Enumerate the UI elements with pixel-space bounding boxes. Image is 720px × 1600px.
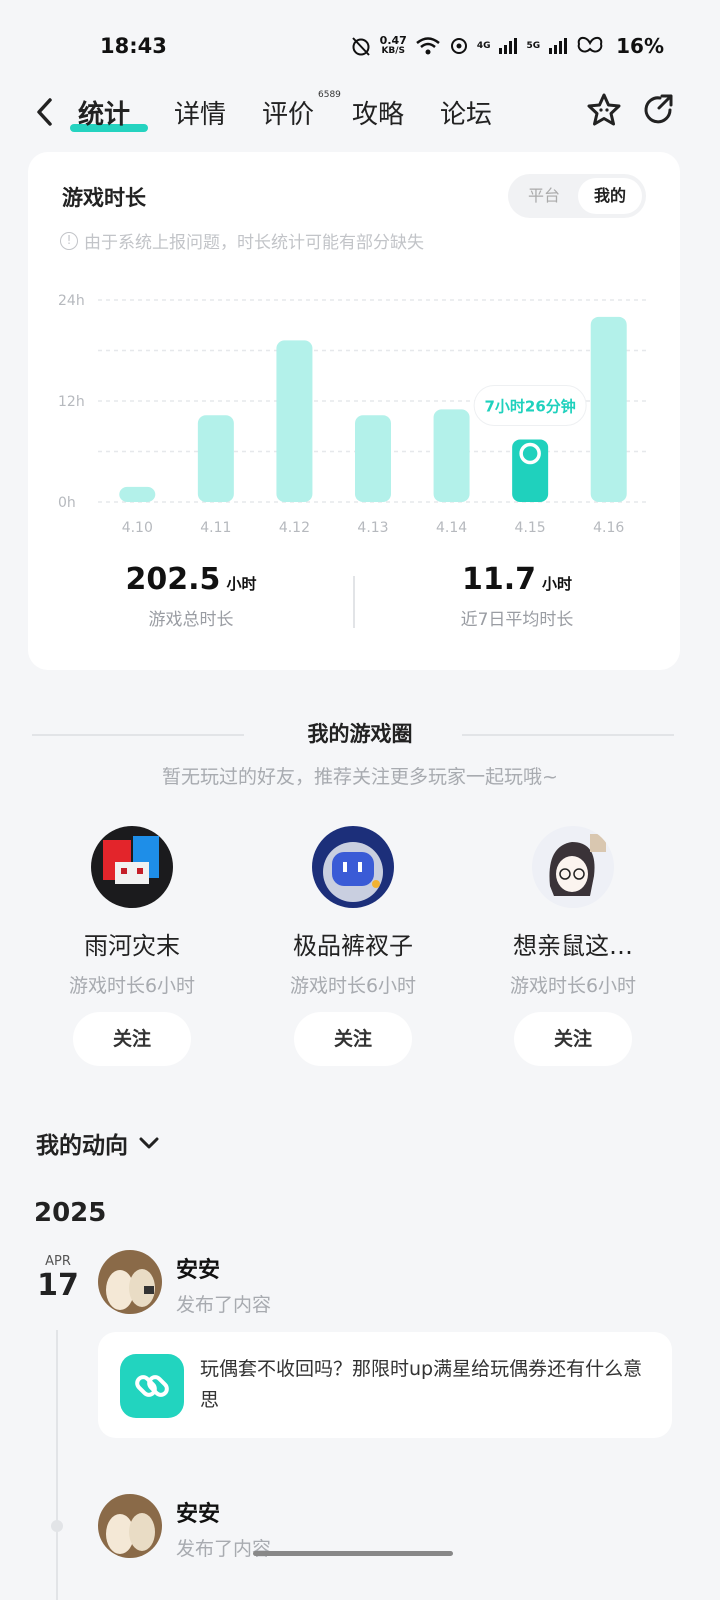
y-tick-label: 0h [58, 495, 76, 511]
stat-average-unit: 小时 [542, 575, 573, 593]
avatar[interactable] [532, 826, 614, 908]
avatar[interactable] [312, 826, 394, 908]
tab-reviews[interactable]: 评价 [262, 94, 314, 131]
review-count-badge: 6589 [318, 90, 341, 100]
divider-right [462, 734, 674, 736]
follow-button[interactable]: 关注 [514, 1012, 632, 1066]
game-circle-title: 我的游戏圈 [307, 722, 413, 746]
post-action: 发布了内容 [176, 1294, 272, 1316]
toggle-mine[interactable]: 我的 [578, 178, 642, 214]
source-toggle: 平台 我的 [508, 174, 646, 218]
avatar[interactable] [91, 826, 173, 908]
stat-total: 202.5 小时 游戏总时长 [28, 562, 354, 630]
friend-playtime: 游戏时长6小时 [509, 975, 637, 997]
stat-average-value: 11.7 [461, 562, 536, 597]
friend-playtime: 游戏时长6小时 [68, 975, 196, 997]
alarm-off-icon [351, 37, 370, 56]
card-title: 游戏时长 [62, 186, 146, 210]
playtime-bar-chart: 0h 12h 24h 4.10 4.11 4.12 4.13 4.14 4.15 7小时26分钟 4… [58, 293, 648, 536]
x-tick-label: 4.12 [279, 520, 310, 536]
stat-total-label: 游戏总时长 [148, 610, 234, 630]
game-circle-subtitle: 暂无玩过的好友，推荐关注更多玩家一起玩哦~ [162, 766, 558, 788]
wifi-icon [416, 37, 440, 55]
toggle-platform[interactable]: 平台 [512, 178, 576, 214]
stat-total-unit: 小时 [226, 575, 257, 593]
activity-year: 2025 [34, 1198, 107, 1228]
playtime-card: 游戏时长 平台 我的 ! 由于系统上报问题，时长统计可能有部分缺失 0h 12h 2… [28, 152, 680, 670]
x-tick-label: 4.15 [515, 520, 546, 536]
activity-header-label: 我的动向 [36, 1133, 128, 1159]
post-card[interactable]: 玩偶套不收回吗？那限时up满星给玩偶券还有什么意思 [98, 1332, 672, 1438]
tab-guides[interactable]: 攻略 [352, 94, 404, 131]
friend-name: 极品裤衩子 [293, 932, 413, 960]
status-time: 18:43 [100, 34, 167, 58]
x-tick-label: 4.13 [357, 520, 388, 536]
avatar[interactable] [98, 1250, 162, 1314]
friend-card: 想亲鼠这… 游戏时长6小时 关注 [463, 826, 683, 1066]
friend-name: 雨河灾末 [84, 932, 180, 960]
home-indicator[interactable] [253, 1551, 453, 1556]
x-tick-label: 4.11 [200, 520, 231, 536]
tab-details[interactable]: 详情 [174, 94, 226, 131]
post-user-name: 安安 [176, 1502, 221, 1527]
data-notice: ! 由于系统上报问题，时长统计可能有部分缺失 [60, 228, 424, 253]
notice-text: 由于系统上报问题，时长统计可能有部分缺失 [84, 233, 424, 253]
back-arrow-icon[interactable] [30, 94, 60, 130]
x-tick-label: 4.16 [593, 520, 624, 536]
tab-stats[interactable]: 统计 [78, 94, 130, 131]
star-icon[interactable] [586, 92, 622, 128]
chart-bar[interactable] [590, 316, 627, 502]
status-icons: 0.47 KB/S 4G 5G 16% [350, 34, 664, 58]
friend-card: 雨河灾末 游戏时长6小时 关注 [22, 826, 242, 1066]
net-speed: 0.47 KB/S [379, 34, 407, 56]
y-tick-label: 12h [58, 394, 85, 410]
sim2-label: 5G [526, 41, 541, 51]
activity-date: APR 17 [30, 1254, 86, 1303]
chevron-down-icon [139, 1137, 159, 1149]
date-month: APR [45, 1254, 71, 1269]
stat-average-label: 近7日平均时长 [460, 610, 574, 630]
battery-butterfly-icon [577, 36, 603, 53]
top-nav: 统计 详情 评价 6589 攻略 论坛 [0, 86, 720, 142]
post-content: 玩偶套不收回吗？那限时up满星给玩偶券还有什么意思 [200, 1358, 643, 1411]
y-tick-label: 24h [58, 293, 85, 309]
timeline-line [56, 1330, 58, 1600]
x-tick-label: 4.10 [122, 520, 153, 536]
chart-bar[interactable] [355, 415, 391, 502]
battery-percent: 16% [616, 34, 664, 58]
chart-bar[interactable] [433, 409, 470, 502]
timeline-dot [51, 1520, 63, 1532]
tab-forum[interactable]: 论坛 [440, 94, 492, 131]
hotspot-icon [450, 38, 467, 54]
chart-bar[interactable] [512, 439, 549, 502]
signal-icon-2 [549, 38, 568, 54]
friend-name: 想亲鼠这… [513, 932, 633, 960]
avatar[interactable] [98, 1494, 162, 1558]
friend-card: 极品裤衩子 游戏时长6小时 关注 [243, 826, 463, 1066]
follow-button[interactable]: 关注 [294, 1012, 412, 1066]
stat-total-value: 202.5 [125, 562, 221, 597]
friend-playtime: 游戏时长6小时 [289, 975, 417, 997]
link-icon [120, 1354, 184, 1418]
tooltip-text: 7小时26分钟 [484, 397, 575, 415]
stat-average: 11.7 小时 近7日平均时长 [354, 562, 680, 630]
share-icon[interactable] [640, 92, 676, 128]
date-day: 17 [37, 1268, 79, 1303]
status-bar: 18:43 0.47 KB/S 4G 5G 16% [0, 0, 720, 90]
chart-bar[interactable] [197, 415, 234, 502]
info-icon: ! [60, 231, 78, 250]
follow-button[interactable]: 关注 [73, 1012, 191, 1066]
activity-header[interactable]: 我的动向 [36, 1126, 160, 1160]
sim1-label: 4G [476, 41, 491, 51]
chart-bar[interactable] [119, 486, 156, 502]
x-tick-label: 4.14 [436, 520, 467, 536]
chart-bar[interactable] [276, 340, 313, 502]
signal-icon [499, 38, 518, 54]
post-user-name: 安安 [176, 1258, 221, 1283]
